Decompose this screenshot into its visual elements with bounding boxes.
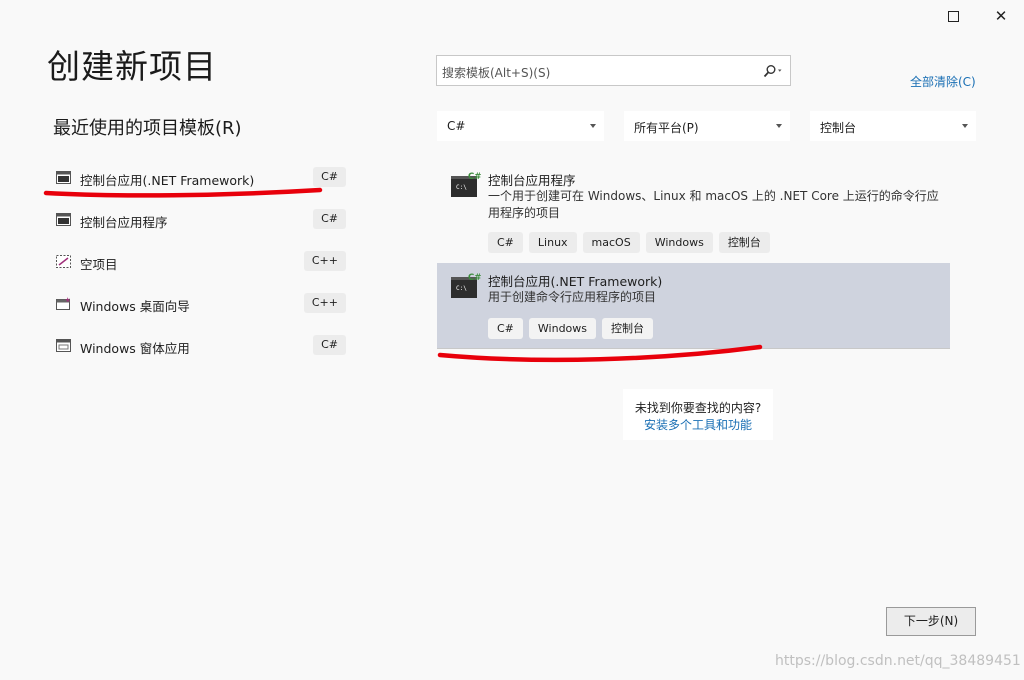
recent-item-label: Windows 窗体应用 [80, 341, 190, 356]
template-tags: C# Windows 控制台 [488, 318, 654, 339]
chevron-down-icon [590, 124, 596, 128]
console-app-icon [56, 213, 71, 226]
tag: 控制台 [602, 318, 654, 339]
not-found-card: 未找到你要查找的内容? 安装多个工具和功能 [623, 389, 773, 440]
maximize-button[interactable] [931, 2, 975, 30]
tag: macOS [582, 232, 640, 253]
recent-item-desktop-wizard[interactable]: Windows 桌面向导 C++ [50, 290, 346, 318]
tag: Windows [528, 318, 597, 339]
language-badge: C# [313, 209, 346, 229]
maximize-icon [947, 10, 959, 22]
project-type-filter-dropdown[interactable]: 控制台 [810, 111, 976, 141]
close-icon: ✕ [994, 6, 1008, 25]
recent-item-console-app[interactable]: 控制台应用程序 C# [50, 206, 346, 234]
desktop-wizard-icon [56, 297, 70, 310]
platform-filter-dropdown[interactable]: 所有平台(P) [624, 111, 790, 141]
template-title: 控制台应用(.NET Framework) [488, 274, 663, 289]
recent-item-label: Windows 桌面向导 [80, 299, 190, 314]
recent-item-windows-forms[interactable]: Windows 窗体应用 C# [50, 332, 346, 360]
watermark: https://blog.csdn.net/qq_38489451 [775, 653, 1021, 669]
template-title: 控制台应用程序 [488, 173, 576, 188]
project-type-filter-value: 控制台 [820, 121, 857, 135]
page-title: 创建新项目 [47, 47, 217, 86]
recent-item-label: 控制台应用(.NET Framework) [80, 173, 255, 188]
search-icon[interactable] [762, 64, 784, 78]
recent-item-label: 空项目 [80, 257, 118, 272]
svg-text:C:\: C:\ [456, 184, 467, 191]
windows-forms-icon [56, 339, 71, 352]
clear-all-link[interactable]: 全部清除(C) [910, 73, 976, 90]
recent-item-empty-project[interactable]: 空项目 C++ [50, 248, 346, 276]
svg-text:C#: C# [468, 172, 481, 182]
language-filter-dropdown[interactable]: C# [437, 111, 604, 141]
language-filter-value: C# [447, 119, 466, 133]
language-badge: C# [313, 167, 346, 187]
svg-text:C#: C# [468, 273, 481, 283]
tag: C# [488, 318, 523, 339]
next-button[interactable]: 下一步(N) [886, 607, 976, 636]
template-description: 用于创建命令行应用程序的项目 [488, 290, 657, 304]
svg-text:C:\: C:\ [456, 285, 467, 292]
chevron-down-icon [776, 124, 782, 128]
recent-templates-heading: 最近使用的项目模板(R) [53, 118, 242, 139]
console-csharp-icon: C:\ C# [451, 273, 481, 298]
tag: Linux [528, 232, 577, 253]
language-badge: C++ [303, 293, 346, 313]
tag: C# [488, 232, 523, 253]
language-badge: C++ [303, 251, 346, 271]
template-item-console-framework[interactable]: C:\ C# 控制台应用(.NET Framework) 用于创建命令行应用程序… [437, 263, 950, 348]
empty-project-icon [56, 255, 71, 268]
template-description: 一个用于创建可在 Windows、Linux 和 macOS 上的 .NET C… [488, 189, 939, 220]
platform-filter-value: 所有平台(P) [634, 121, 699, 135]
template-search-input[interactable]: 搜索模板(Alt+S)(S) [436, 55, 791, 86]
close-button[interactable]: ✕ [979, 2, 1023, 30]
not-found-question: 未找到你要查找的内容? [634, 401, 762, 415]
recent-item-label: 控制台应用程序 [80, 215, 168, 230]
language-badge: C# [313, 335, 346, 355]
tag: Windows [645, 232, 713, 253]
install-tools-link[interactable]: 安装多个工具和功能 [623, 416, 773, 433]
console-csharp-icon: C:\ C# [451, 172, 481, 197]
chevron-down-icon [962, 124, 968, 128]
tag: 控制台 [718, 232, 770, 253]
search-placeholder: 搜索模板(Alt+S)(S) [442, 66, 551, 80]
template-tags: C# Linux macOS Windows 控制台 [488, 232, 770, 253]
console-app-icon [56, 171, 71, 184]
list-divider [437, 348, 950, 349]
recent-item-console-framework[interactable]: 控制台应用(.NET Framework) C# [50, 164, 346, 192]
template-item-console-app[interactable]: C:\ C# 控制台应用程序 一个用于创建可在 Windows、Linux 和 … [437, 162, 950, 258]
